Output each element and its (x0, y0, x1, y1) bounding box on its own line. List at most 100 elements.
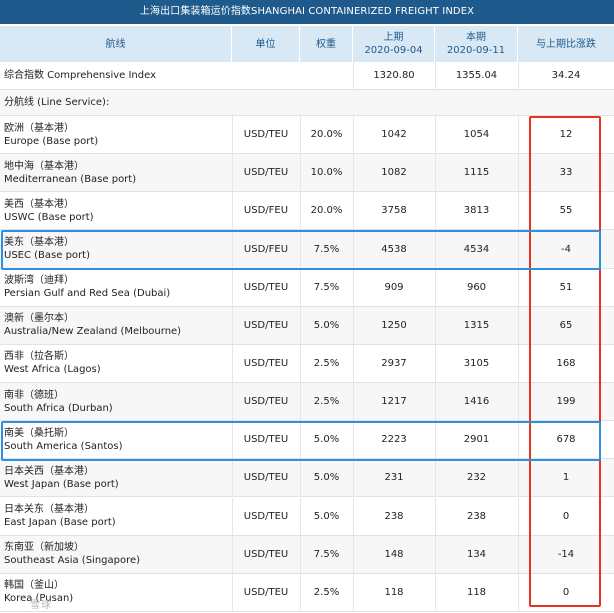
column-divider (435, 268, 436, 306)
curr-value-cell: 1054 (435, 116, 518, 153)
prev-value-cell: 1217 (353, 383, 435, 420)
curr-value: 3813 (463, 205, 490, 217)
route-name-cn: 美西（基本港） (4, 198, 74, 210)
column-divider (353, 535, 354, 573)
route-name-en: Persian Gulf and Red Sea (Dubai) (4, 288, 171, 300)
weight: 20.0% (310, 129, 343, 141)
column-divider (518, 62, 519, 89)
unit: USD/TEU (243, 129, 289, 141)
table-row: 韩国（釜山） Korea (Pusan) USD/TEU 2.5% 118 118 0 (0, 573, 614, 612)
unit-cell: USD/TEU (232, 459, 300, 496)
section-label: 分航线 (Line Service): (4, 97, 110, 108)
weight-cell: 7.5% (300, 269, 353, 306)
curr-value-cell: 118 (435, 574, 518, 611)
unit-cell: USD/TEU (232, 498, 300, 535)
column-divider (353, 62, 354, 89)
curr-value-cell: 3813 (435, 192, 518, 229)
prev-value: 909 (384, 281, 404, 293)
route-name-en: East Japan (Base port) (4, 517, 116, 529)
header-weight-label: 权重 (316, 38, 336, 50)
table-row: 美西（基本港） USWC (Base port) USD/FEU 20.0% 3758 3… (0, 192, 614, 231)
column-divider (353, 154, 354, 192)
column-divider (353, 268, 354, 306)
column-divider (353, 383, 354, 421)
column-divider (435, 62, 436, 89)
table-row: 地中海（基本港） Mediterranean (Base port) USD/TEU… (0, 154, 614, 193)
curr-value-cell: 1115 (435, 154, 518, 191)
table-row: 南非（德班） South Africa (Durban) USD/TEU 2.5% 12… (0, 383, 614, 422)
prev-value-cell: 1250 (353, 307, 435, 344)
table-row: 波斯湾（迪拜） Persian Gulf and Red Sea (Dubai) U… (0, 268, 614, 307)
route-cell: 南非（德班） South Africa (Durban) (0, 383, 232, 420)
route-cell: 日本关西（基本港） West Japan (Base port) (0, 459, 232, 496)
column-divider (518, 383, 519, 421)
route-name-cn: 南非（德班） (4, 389, 64, 401)
route-cell: 地中海（基本港） Mediterranean (Base port) (0, 154, 232, 191)
prev-value-cell: 148 (353, 536, 435, 573)
route-name-en: Southeast Asia (Singapore) (4, 555, 141, 567)
prev-value-cell: 118 (353, 574, 435, 611)
prev-value-cell: 231 (353, 459, 435, 496)
weight-cell: 2.5% (300, 383, 353, 420)
weight: 5.0% (313, 472, 340, 484)
column-divider (518, 116, 519, 154)
route-cell: 澳新（墨尔本） Australia/New Zealand (Melbourne) (0, 307, 232, 344)
curr-value: 960 (466, 281, 487, 293)
column-divider (353, 116, 354, 154)
unit-cell: USD/TEU (232, 536, 300, 573)
column-divider (232, 268, 233, 306)
column-divider (518, 459, 519, 497)
column-divider (300, 192, 301, 230)
unit-cell: USD/TEU (232, 383, 300, 420)
column-divider (435, 459, 436, 497)
weight: 5.0% (313, 319, 340, 331)
route-name-en: Australia/New Zealand (Melbourne) (4, 326, 182, 338)
change-column-highlight (529, 116, 601, 607)
curr-value: 1115 (463, 167, 490, 179)
header-unit: 单位 (232, 26, 300, 62)
prev-value-cell: 1042 (353, 116, 435, 153)
header-unit-label: 单位 (255, 38, 276, 50)
column-divider (518, 497, 519, 535)
column-divider (300, 383, 301, 421)
composite-curr: 1355.04 (455, 70, 498, 81)
prev-value: 118 (384, 586, 404, 598)
route-name-en: USWC (Base port) (4, 211, 94, 223)
route-name-cn: 波斯湾（迪拜） (4, 275, 74, 287)
unit: USD/TEU (243, 357, 289, 369)
column-divider (300, 154, 301, 192)
weight: 7.5% (313, 281, 340, 293)
weight: 20.0% (310, 205, 343, 217)
weight-cell: 7.5% (300, 536, 353, 573)
route-cell: 欧洲（基本港） Europe (Base port) (0, 116, 232, 153)
table-title: 上海出口集装箱运价指数SHANGHAI CONTAINERIZED FREIGH… (0, 0, 614, 24)
composite-label-cell: 综合指数 Comprehensive Index (0, 62, 353, 89)
prev-value: 231 (384, 472, 404, 484)
weight-cell: 20.0% (300, 192, 353, 229)
column-divider (232, 154, 233, 192)
curr-value-cell: 232 (435, 459, 518, 496)
header-curr-line1: 本期 (466, 32, 486, 43)
column-divider (300, 573, 301, 611)
unit: USD/TEU (243, 548, 289, 560)
route-cell: 美西（基本港） USWC (Base port) (0, 192, 232, 229)
composite-label: 综合指数 Comprehensive Index (4, 70, 157, 81)
route-name-cn: 日本关西（基本港） (4, 465, 94, 477)
weight-cell: 5.0% (300, 498, 353, 535)
prev-value-cell: 909 (353, 269, 435, 306)
column-divider (435, 535, 436, 573)
unit: USD/TEU (243, 586, 289, 598)
column-divider (435, 344, 436, 383)
curr-value-cell: 134 (435, 536, 518, 573)
unit-cell: USD/TEU (232, 154, 300, 191)
header-change-label: 与上期比涨跌 (536, 38, 596, 50)
curr-value: 134 (466, 548, 487, 560)
table-row: 日本关东（基本港） East Japan (Base port) USD/TEU 5.… (0, 497, 614, 536)
unit-cell: USD/TEU (232, 345, 300, 382)
weight-cell: 10.0% (300, 154, 353, 191)
route-name-en: Mediterranean (Base port) (4, 173, 137, 185)
route-name-cn: 日本关东（基本港） (4, 504, 94, 516)
route-name-cn: 韩国（釜山） (4, 580, 64, 592)
header-prev-line2: 2020-09-04 (364, 45, 423, 56)
table-row: 日本关西（基本港） West Japan (Base port) USD/TEU 5.… (0, 459, 614, 498)
